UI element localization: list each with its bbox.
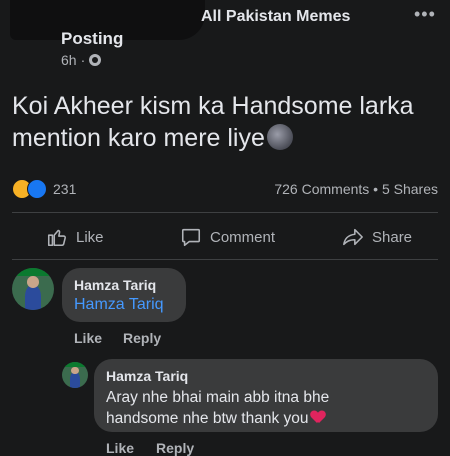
comment-bubble: Hamza Tariq Hamza Tariq	[62, 268, 186, 322]
reply-like-button[interactable]: Like	[106, 440, 134, 456]
new-moon-face-emoji-icon	[266, 124, 293, 150]
reply-reply-button[interactable]: Reply	[156, 440, 194, 456]
post-timestamp[interactable]: 6h	[61, 52, 77, 68]
reaction-count: 231	[53, 181, 77, 197]
post-meta: 6h ·	[61, 52, 102, 68]
red-heart-emoji-icon	[311, 411, 325, 424]
divider	[12, 259, 438, 260]
post-text-content: Koi Akheer kism ka Handsome larka mentio…	[12, 92, 414, 152]
like-label: Like	[76, 228, 104, 246]
comment-button[interactable]: Comment	[180, 226, 275, 248]
share-arrow-icon	[343, 228, 363, 246]
mention-link[interactable]: Hamza Tariq	[74, 296, 164, 314]
public-globe-icon	[89, 54, 102, 66]
commenter-name[interactable]: Hamza Tariq	[74, 277, 156, 293]
comments-shares-count[interactable]: 726 Comments • 5 Shares	[274, 181, 438, 197]
poster-name[interactable]: Posting	[61, 29, 123, 49]
reply-author-name[interactable]: Hamza Tariq	[106, 368, 188, 384]
post-text: Koi Akheer kism ka Handsome larka mentio…	[12, 90, 442, 154]
divider	[12, 212, 438, 213]
share-button[interactable]: Share	[342, 226, 412, 248]
reply-bubble: Hamza Tariq Aray nhe bhai main abb itna …	[94, 359, 438, 432]
share-label: Share	[372, 228, 413, 246]
more-options-icon[interactable]: •••	[414, 4, 436, 25]
reply-text-line: Aray nhe bhai main abb itna bhe	[106, 389, 330, 406]
like-button[interactable]: Like	[46, 226, 104, 248]
thumbs-up-icon	[47, 229, 66, 247]
reaction-summary[interactable]: 231	[12, 179, 76, 199]
reply-text: handsome nhe btw thank you	[106, 408, 325, 429]
reply-avatar[interactable]	[62, 362, 88, 388]
meta-separator: ·	[80, 52, 86, 68]
comment-like-button[interactable]: Like	[74, 330, 102, 346]
comment-reply-button[interactable]: Reply	[123, 330, 161, 346]
comment-label: Comment	[210, 228, 276, 246]
like-reaction-icon	[27, 179, 47, 199]
comment-bubble-icon	[181, 228, 201, 247]
reply-text-line: handsome nhe btw thank you	[106, 410, 309, 427]
group-name[interactable]: All Pakistan Memes	[201, 8, 350, 26]
commenter-avatar[interactable]	[12, 268, 54, 310]
